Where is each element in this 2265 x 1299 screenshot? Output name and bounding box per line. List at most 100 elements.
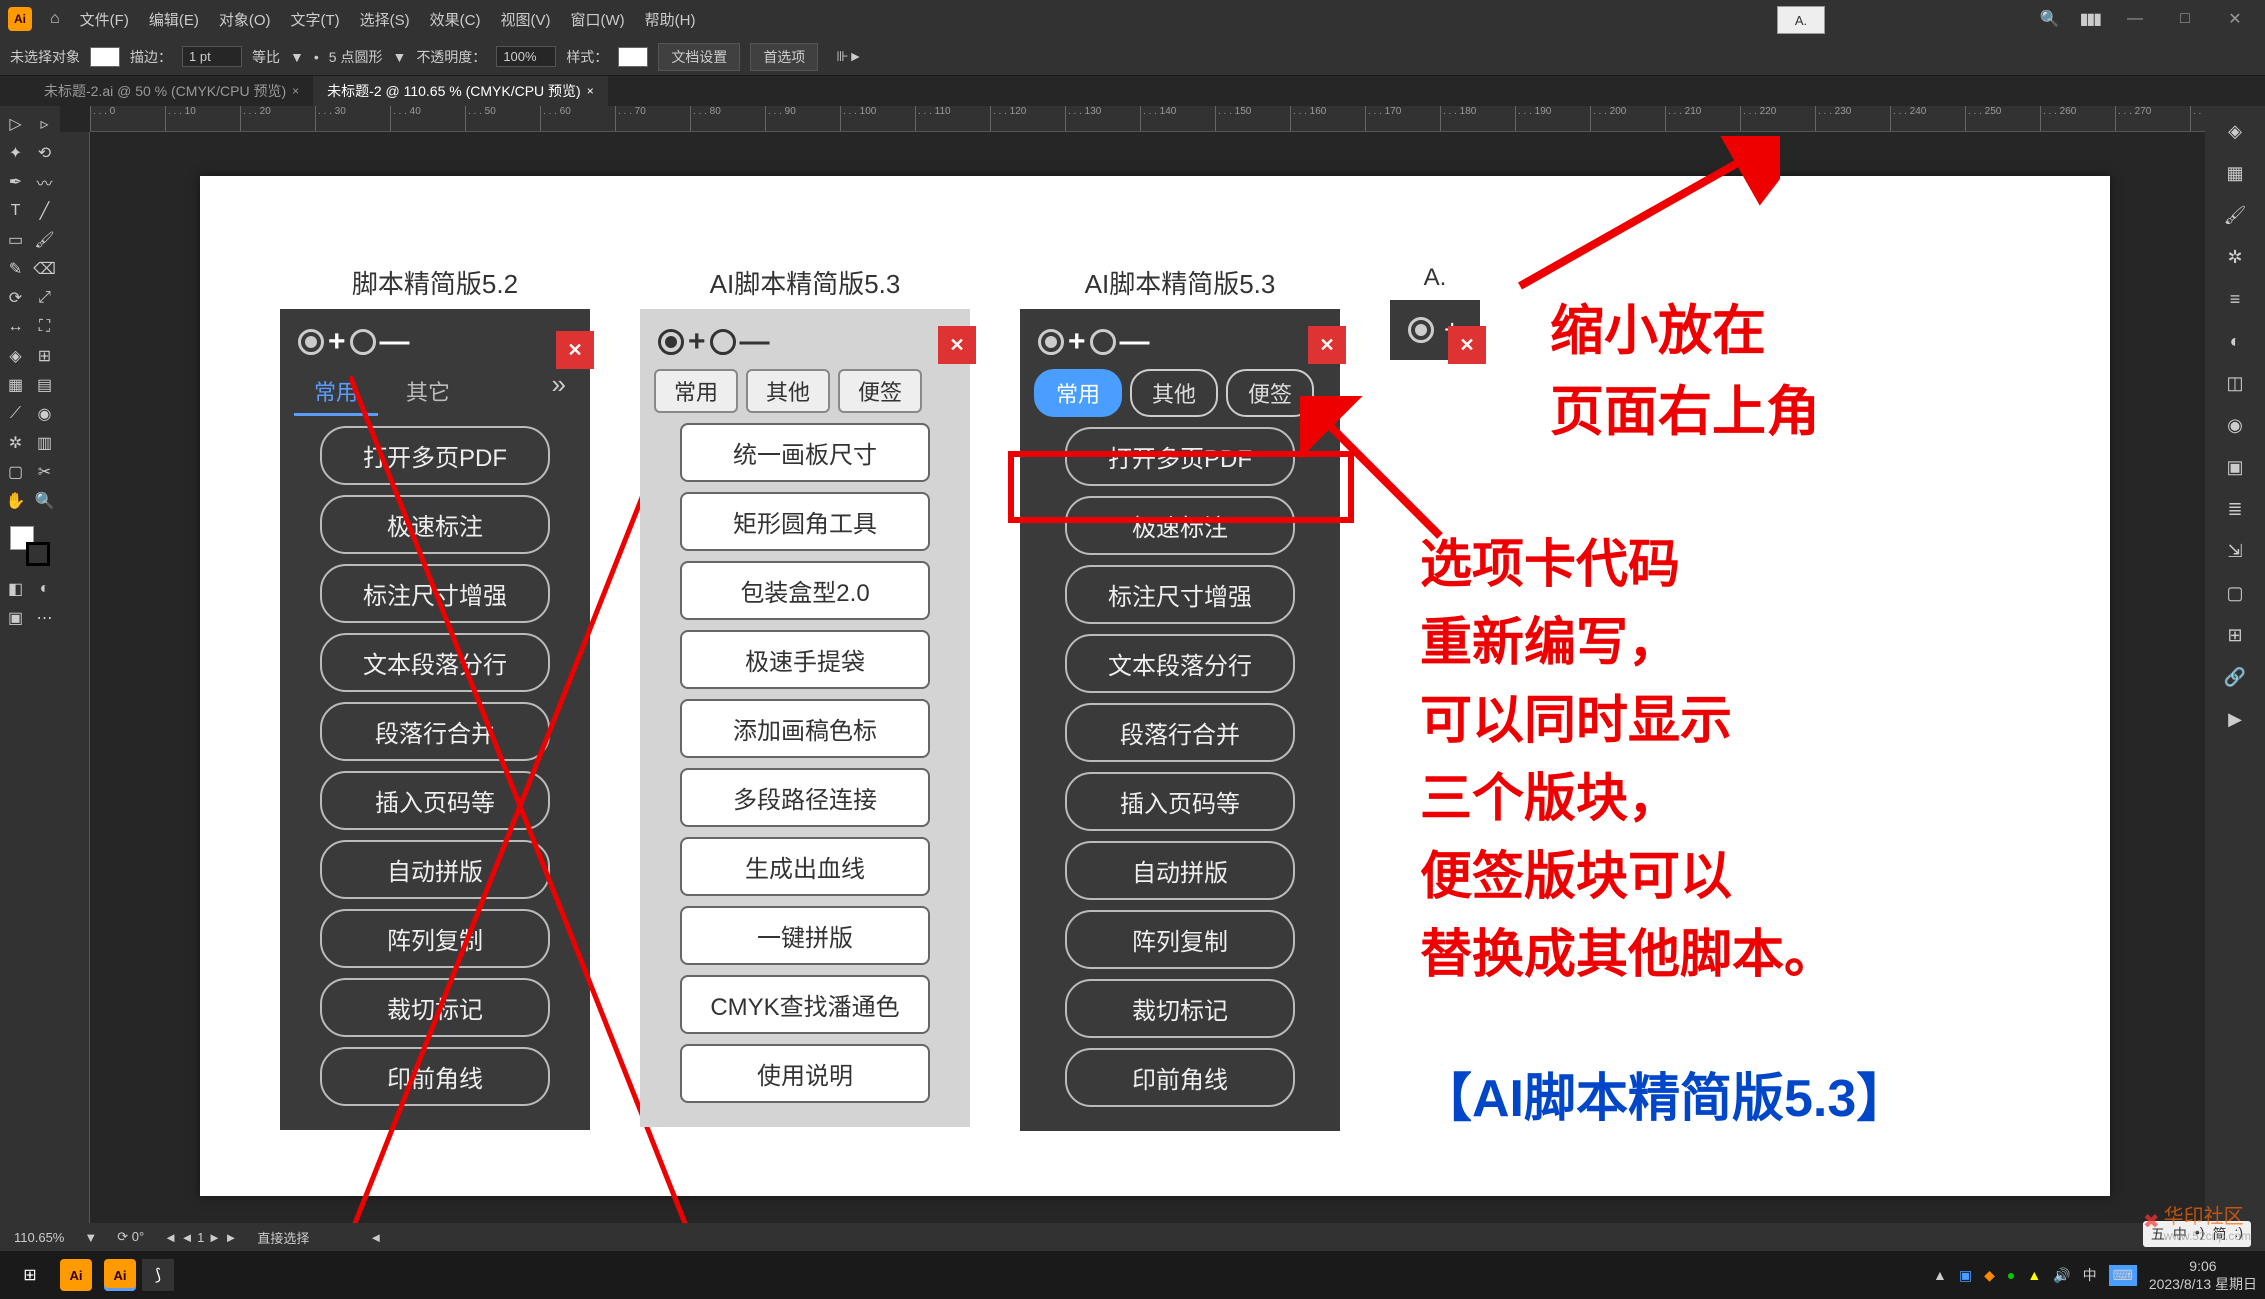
perspective-tool[interactable]: ⊞ [31, 342, 59, 370]
script-button[interactable]: 矩形圆角工具 [680, 492, 930, 551]
asset-export-icon[interactable]: ⇲ [2220, 536, 2250, 566]
graph-tool[interactable]: ▥ [31, 429, 59, 457]
menu-object[interactable]: 对象(O) [209, 9, 281, 30]
tab-other[interactable]: 其他 [1130, 369, 1218, 417]
minimize-icon[interactable]: — [2120, 10, 2150, 28]
play-icon[interactable]: ▶ [2220, 704, 2250, 734]
script-button[interactable]: 添加画稿色标 [680, 699, 930, 758]
system-clock[interactable]: 9:062023/8/13 星期日 [2149, 1257, 2257, 1293]
script-button[interactable]: 文本段落分行 [320, 633, 550, 692]
script-button[interactable]: 裁切标记 [320, 978, 550, 1037]
layout-icon[interactable]: ▮▮▮ [2080, 9, 2100, 29]
shape-builder-tool[interactable]: ◈ [2, 342, 30, 370]
search-icon[interactable]: 🔍 [2040, 9, 2060, 29]
eyedropper-tool[interactable]: ⟋ [2, 400, 30, 428]
menu-edit[interactable]: 编辑(E) [139, 9, 209, 30]
type-tool[interactable]: T [2, 197, 30, 225]
taskbar-ai-icon-active[interactable]: Ai [104, 1259, 136, 1291]
free-transform-tool[interactable]: ⛶ [31, 313, 59, 341]
script-button[interactable]: 文本段落分行 [1065, 634, 1295, 693]
mesh-tool[interactable]: ▦ [2, 371, 30, 399]
libraries-icon[interactable]: ⊞ [2220, 620, 2250, 650]
brushes-icon[interactable]: 🖌 [2220, 200, 2250, 230]
gradient-icon[interactable]: ◐ [2220, 326, 2250, 356]
links-icon[interactable]: 🔗 [2220, 662, 2250, 692]
tray-icon[interactable]: ▲ [1933, 1267, 1947, 1283]
tab-other[interactable]: 其他 [746, 369, 830, 413]
script-button[interactable]: 打开多页PDF [320, 426, 550, 485]
tab-common[interactable]: 常用 [1034, 369, 1122, 417]
close-button[interactable]: ✕ [1308, 326, 1346, 364]
canvas[interactable]: . . . 0. . . 10. . . 20. . . 30. . . 40.… [60, 106, 2205, 1225]
script-button[interactable]: 一键拼版 [680, 906, 930, 965]
tab-close-icon[interactable]: × [587, 84, 594, 98]
script-button[interactable]: 阵列复制 [320, 909, 550, 968]
properties-icon[interactable]: ◈ [2220, 116, 2250, 146]
appearance-icon[interactable]: ◉ [2220, 410, 2250, 440]
panel-header-controls[interactable]: + — [1020, 319, 1340, 365]
width-tool[interactable]: ↔ [2, 313, 30, 341]
radio-icon[interactable] [298, 329, 324, 355]
preferences-button[interactable]: 首选项 [750, 43, 818, 71]
eraser-tool[interactable]: ⌫ [31, 255, 59, 283]
script-button[interactable]: 插入页码等 [1065, 772, 1295, 831]
script-button[interactable]: 统一画板尺寸 [680, 423, 930, 482]
script-button[interactable]: 自动拼版 [320, 840, 550, 899]
screen-mode-icon[interactable]: ▣ [2, 604, 30, 632]
transparency-icon[interactable]: ◫ [2220, 368, 2250, 398]
radio-icon[interactable] [1408, 317, 1434, 343]
tray-icon[interactable]: ▣ [1959, 1267, 1972, 1284]
artboard-tool[interactable]: ▢ [2, 458, 30, 486]
radio-icon[interactable] [710, 329, 736, 355]
menu-view[interactable]: 视图(V) [490, 9, 560, 30]
script-button[interactable]: 印前角线 [320, 1047, 550, 1106]
swatches-icon[interactable]: ▦ [2220, 158, 2250, 188]
taskbar-app-icon[interactable]: ⟆ [142, 1259, 174, 1291]
tab-common[interactable]: 常用 [294, 369, 378, 416]
menu-select[interactable]: 选择(S) [350, 9, 420, 30]
rectangle-tool[interactable]: ▭ [2, 226, 30, 254]
radio-icon[interactable] [1090, 329, 1116, 355]
tray-icon[interactable]: ▲ [2027, 1267, 2041, 1283]
radio-icon[interactable] [1038, 329, 1064, 355]
fill-swatch[interactable] [90, 47, 120, 67]
tab-common[interactable]: 常用 [654, 369, 738, 413]
script-button[interactable]: 阵列复制 [1065, 910, 1295, 969]
tray-volume-icon[interactable]: 🔊 [2053, 1267, 2070, 1284]
script-button[interactable]: 生成出血线 [680, 837, 930, 896]
opacity-input[interactable] [496, 46, 556, 67]
selection-tool[interactable]: ▷ [2, 110, 30, 138]
tab-other[interactable]: 其它 [386, 369, 470, 416]
zoom-tool[interactable]: 🔍 [31, 487, 59, 515]
maximize-icon[interactable]: □ [2170, 10, 2200, 28]
rotate-tool[interactable]: ⟳ [2, 284, 30, 312]
artboards-icon[interactable]: ▢ [2220, 578, 2250, 608]
panel-header-controls[interactable]: + — [640, 319, 970, 365]
stroke-weight-input[interactable] [182, 46, 242, 67]
script-button[interactable]: 段落行合并 [320, 702, 550, 761]
style-swatch[interactable] [618, 47, 648, 67]
script-button[interactable]: 裁切标记 [1065, 979, 1295, 1038]
tab-close-icon[interactable]: × [292, 84, 299, 98]
shaper-tool[interactable]: ✎ [2, 255, 30, 283]
document-tab[interactable]: 未标题-2.ai @ 50 % (CMYK/CPU 预览)× [30, 76, 313, 106]
document-tab-active[interactable]: 未标题-2 @ 110.65 % (CMYK/CPU 预览)× [313, 76, 608, 106]
uniform-label[interactable]: 等比 [252, 47, 280, 67]
menu-effect[interactable]: 效果(C) [420, 9, 491, 30]
chevron-right-icon[interactable]: » [552, 369, 576, 416]
script-button[interactable]: 多段路径连接 [680, 768, 930, 827]
magic-wand-tool[interactable]: ✦ [2, 139, 30, 167]
doc-settings-button[interactable]: 文档设置 [658, 43, 740, 71]
graphic-styles-icon[interactable]: ▣ [2220, 452, 2250, 482]
scale-tool[interactable]: ⤢ [31, 284, 59, 312]
taskbar-ai-icon[interactable]: Ai [60, 1259, 92, 1291]
hand-tool[interactable]: ✋ [2, 487, 30, 515]
pen-tool[interactable]: ✒ [2, 168, 30, 196]
direct-selection-tool[interactable]: ▹ [31, 110, 59, 138]
gradient-tool[interactable]: ▤ [31, 371, 59, 399]
tray-icon[interactable]: ● [2007, 1267, 2015, 1283]
close-button[interactable]: ✕ [556, 331, 594, 369]
fill-stroke-indicator[interactable] [10, 526, 50, 566]
script-button[interactable]: 段落行合并 [1065, 703, 1295, 762]
layers-icon[interactable]: ≣ [2220, 494, 2250, 524]
